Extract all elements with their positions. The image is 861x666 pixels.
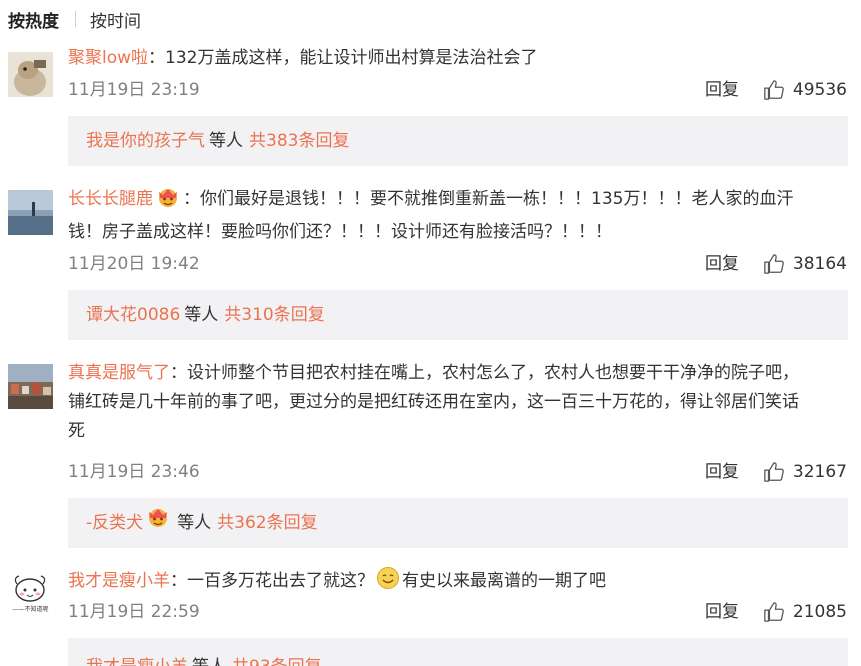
comment-text: 长长长腿鹿 ：你们最好是退钱！！！要不就推倒重新盖一栋！！！135万！！！老人家的…	[68, 185, 847, 247]
crown-emoji-icon	[145, 498, 171, 548]
sort-tabs: 按热度 按时间	[8, 7, 141, 32]
colon: ：	[170, 571, 187, 591]
comment-text: 我才是瘦小羊：一百多万花出去了就这？ 有史以来最离谱的一期了吧	[68, 566, 847, 600]
avatar[interactable]	[8, 190, 53, 235]
sub-reply-count[interactable]: 共383条回复	[249, 116, 349, 166]
sub-reply-label: 等人	[209, 131, 243, 151]
comment-content-line2: 铺红砖是几十年前的事了吧，更过分的是把红砖还用在室内，这一百三十万花的，得让邻居…	[68, 392, 799, 412]
sub-reply-count[interactable]: 共362条回复	[217, 498, 317, 548]
comment-content: 132万盖成这样，能让设计师出村算是法治社会了	[165, 48, 538, 68]
comment-content-tail: 有史以来最离谱的一期了吧	[402, 571, 606, 591]
colon: ：	[183, 189, 200, 209]
like-button[interactable]: 49536	[763, 78, 847, 102]
tab-divider	[75, 11, 76, 27]
tab-by-time[interactable]: 按时间	[90, 7, 141, 32]
sub-reply-user[interactable]: 我才是瘦小羊	[86, 642, 188, 666]
avatar[interactable]	[8, 52, 53, 97]
username-link[interactable]: 我才是瘦小羊	[68, 571, 170, 591]
comment-meta: 11月19日 23:19 回复 49536	[68, 78, 847, 102]
avatar[interactable]	[8, 364, 53, 409]
sub-reply-count[interactable]: 共93条回复	[232, 642, 322, 666]
sub-reply-label: 等人	[184, 305, 219, 325]
reply-button[interactable]: 回复	[705, 78, 739, 102]
crown-emoji-icon	[155, 186, 181, 218]
sub-reply-label: 等人	[177, 513, 212, 533]
colon: ：	[170, 363, 187, 383]
colon: ：	[148, 48, 166, 68]
avatar-caption: ——不知道呢	[12, 606, 49, 613]
like-button[interactable]: 32167	[763, 460, 847, 484]
sub-replies-box[interactable]: 我才是瘦小羊 等人 共93条回复	[68, 638, 848, 666]
thumbs-up-icon	[764, 602, 784, 622]
sub-replies-box[interactable]: 我是你的孩子气 等人 共383条回复	[68, 116, 848, 166]
like-count: 21085	[792, 602, 847, 622]
sub-replies-box[interactable]: 谭大花0086 等人 共310条回复	[68, 290, 848, 340]
like-button[interactable]: 21085	[763, 600, 847, 624]
reply-button[interactable]: 回复	[705, 600, 739, 624]
comment-content: 你们最好是退钱！！！要不就推倒重新盖一栋！！！135万！！！老人家的血汗	[200, 189, 794, 209]
sub-reply-user[interactable]: 谭大花0086	[86, 290, 180, 340]
like-count: 49536	[792, 80, 847, 100]
thumbs-up-icon	[764, 80, 784, 100]
sub-reply-user[interactable]: 我是你的孩子气	[86, 116, 205, 166]
comment-meta: 11月19日 23:46 回复 32167	[68, 460, 847, 484]
reply-button[interactable]: 回复	[705, 252, 739, 276]
username-link[interactable]: 真真是服气了	[68, 363, 170, 383]
sub-replies-box[interactable]: -反类犬 等人 共362条回复	[68, 498, 848, 548]
comment-meta: 11月19日 22:59 回复 21085	[68, 600, 847, 624]
sub-reply-count[interactable]: 共310条回复	[224, 290, 324, 340]
thumbs-up-icon	[764, 462, 784, 482]
thumbs-up-icon	[764, 254, 784, 274]
sub-reply-user[interactable]: -反类犬	[86, 498, 143, 548]
sub-reply-label: 等人	[192, 642, 226, 666]
like-count: 38164	[792, 254, 847, 274]
smile-emoji-icon	[376, 566, 400, 600]
comment-meta: 11月20日 19:42 回复 38164	[68, 252, 847, 276]
username-link[interactable]: 聚聚low啦	[68, 48, 148, 68]
username-link[interactable]: 长长长腿鹿	[68, 189, 153, 209]
avatar[interactable]: ——不知道呢	[8, 572, 53, 617]
timestamp: 11月19日 23:46	[68, 462, 200, 482]
reply-button[interactable]: 回复	[705, 460, 739, 484]
comment-text: 真真是服气了：设计师整个节目把农村挂在嘴上，农村怎么了，农村人也想要干干净净的院…	[68, 359, 847, 446]
timestamp: 11月19日 22:59	[68, 602, 200, 622]
timestamp: 11月20日 19:42	[68, 254, 200, 274]
like-count: 32167	[792, 462, 847, 482]
comment-text: 聚聚low啦：132万盖成这样，能让设计师出村算是法治社会了	[68, 44, 847, 73]
comment-content: 设计师整个节目把农村挂在嘴上，农村怎么了，农村人也想要干干净净的院子吧，	[187, 363, 799, 383]
tab-by-hot[interactable]: 按热度	[8, 7, 59, 32]
like-button[interactable]: 38164	[763, 252, 847, 276]
comment-content-line3: 死	[68, 421, 85, 441]
comment-content-line2: 钱！房子盖成这样！要脸吗你们还？！！！设计师还有脸接活吗？！！！	[68, 222, 612, 242]
comment-content: 一百多万花出去了就这？	[187, 571, 374, 591]
timestamp: 11月19日 23:19	[68, 80, 200, 100]
